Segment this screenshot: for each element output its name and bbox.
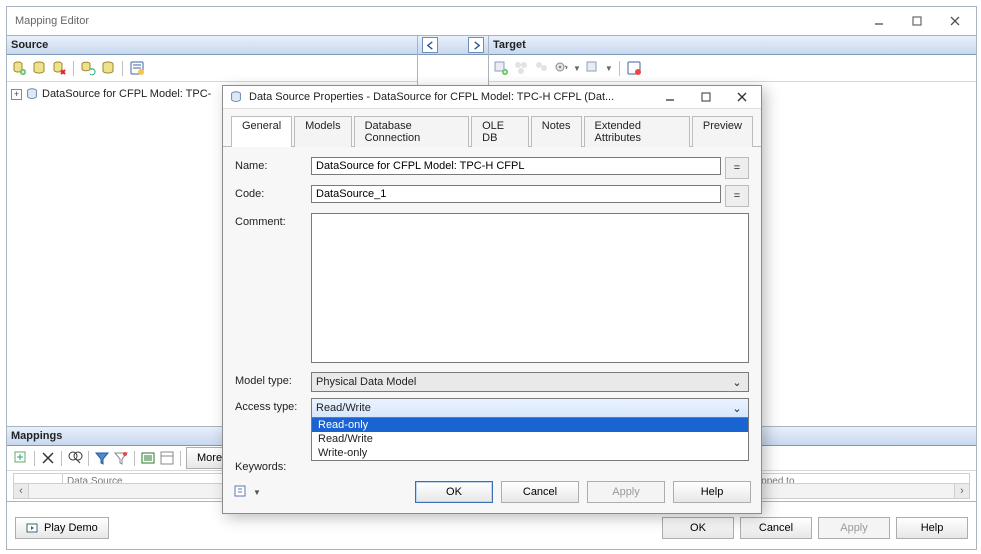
toolbar-separator bbox=[73, 61, 74, 76]
target-gear-icon[interactable] bbox=[553, 60, 569, 76]
access-type-select[interactable]: Read/Write ⌄ bbox=[311, 398, 749, 418]
code-sync-button[interactable]: = bbox=[725, 185, 749, 207]
access-type-label: Access type: bbox=[235, 398, 311, 413]
tab-preview[interactable]: Preview bbox=[692, 116, 753, 147]
dialog-tool-icon[interactable] bbox=[233, 484, 249, 500]
chevron-down-icon: ⌄ bbox=[730, 376, 744, 389]
sort-icon[interactable] bbox=[113, 450, 129, 466]
source-tree-item-label: DataSource for CFPL Model: TPC- bbox=[42, 88, 211, 100]
dialog-close-button[interactable] bbox=[727, 88, 757, 106]
refresh-datasource-icon[interactable] bbox=[80, 60, 96, 76]
footer-cancel-button[interactable]: Cancel bbox=[740, 517, 812, 539]
tab-notes[interactable]: Notes bbox=[531, 116, 582, 147]
tab-ole-db[interactable]: OLE DB bbox=[471, 116, 529, 147]
model-type-label: Model type: bbox=[235, 372, 311, 387]
keywords-label: Keywords: bbox=[235, 458, 311, 473]
target-toolbar: ▼ ▼ bbox=[489, 55, 976, 82]
dialog-minimize-button[interactable] bbox=[655, 88, 685, 106]
target-group-icon[interactable] bbox=[513, 60, 529, 76]
scroll-right-icon[interactable]: › bbox=[954, 484, 969, 498]
add-datasource-icon[interactable] bbox=[11, 60, 27, 76]
source-panel-header: Source bbox=[7, 36, 417, 55]
expand-icon[interactable]: + bbox=[11, 89, 22, 100]
toolbar-separator bbox=[88, 451, 89, 466]
datasource-node-icon bbox=[25, 87, 39, 101]
dialog-title-bar: Data Source Properties - DataSource for … bbox=[223, 86, 761, 109]
delete-datasource-icon[interactable] bbox=[51, 60, 67, 76]
tab-database-connection[interactable]: Database Connection bbox=[354, 116, 470, 147]
access-option-read-only[interactable]: Read-only bbox=[312, 418, 748, 432]
chevron-down-icon: ⌄ bbox=[730, 402, 744, 415]
toolbar-separator bbox=[134, 451, 135, 466]
transfer-header bbox=[418, 36, 488, 55]
comment-input[interactable] bbox=[311, 213, 749, 363]
access-option-write-only[interactable]: Write-only bbox=[312, 446, 748, 460]
sheet-icon[interactable] bbox=[159, 450, 175, 466]
name-label: Name: bbox=[235, 157, 311, 172]
footer-help-button[interactable]: Help bbox=[896, 517, 968, 539]
footer-apply-button[interactable]: Apply bbox=[818, 517, 890, 539]
code-label: Code: bbox=[235, 185, 311, 200]
add-target-icon[interactable] bbox=[493, 60, 509, 76]
filter-icon[interactable] bbox=[94, 450, 110, 466]
window-title-bar: Mapping Editor bbox=[7, 7, 976, 36]
toolbar-separator bbox=[61, 451, 62, 466]
transfer-left-button[interactable] bbox=[422, 37, 438, 53]
find-icon[interactable] bbox=[67, 450, 83, 466]
dialog-title: Data Source Properties - DataSource for … bbox=[249, 91, 649, 103]
target-users-icon[interactable] bbox=[533, 60, 549, 76]
new-mapping-icon[interactable] bbox=[13, 450, 29, 466]
scroll-left-icon[interactable]: ‹ bbox=[14, 484, 29, 498]
dialog-apply-button[interactable]: Apply bbox=[587, 481, 665, 503]
data-source-properties-dialog: Data Source Properties - DataSource for … bbox=[222, 85, 762, 514]
toolbar-separator bbox=[619, 61, 620, 76]
transfer-right-button[interactable] bbox=[468, 37, 484, 53]
code-input[interactable] bbox=[311, 185, 721, 203]
toolbar-separator bbox=[180, 451, 181, 466]
comment-label: Comment: bbox=[235, 213, 311, 228]
dialog-icon bbox=[229, 90, 243, 104]
toolbar-separator bbox=[122, 61, 123, 76]
access-option-read-write[interactable]: Read/Write bbox=[312, 432, 748, 446]
window-title: Mapping Editor bbox=[15, 15, 860, 27]
toolbar-separator bbox=[34, 451, 35, 466]
dialog-maximize-button[interactable] bbox=[691, 88, 721, 106]
play-demo-label: Play Demo bbox=[44, 522, 98, 534]
datasource-icon[interactable] bbox=[31, 60, 47, 76]
name-sync-button[interactable]: = bbox=[725, 157, 749, 179]
model-type-select[interactable]: Physical Data Model ⌄ bbox=[311, 372, 749, 392]
tab-general[interactable]: General bbox=[231, 116, 292, 147]
dialog-cancel-button[interactable]: Cancel bbox=[501, 481, 579, 503]
access-type-dropdown: Read-only Read/Write Write-only bbox=[311, 417, 749, 461]
dialog-body: Name: = Code: = Comment: Model type: Phy… bbox=[223, 147, 761, 475]
tab-extended-attributes[interactable]: Extended Attributes bbox=[584, 116, 690, 147]
name-input[interactable] bbox=[311, 157, 721, 175]
play-demo-button[interactable]: Play Demo bbox=[15, 517, 109, 539]
properties-icon[interactable] bbox=[129, 60, 145, 76]
dialog-help-button[interactable]: Help bbox=[673, 481, 751, 503]
access-type-value: Read/Write bbox=[316, 402, 730, 414]
datasource-link-icon[interactable] bbox=[100, 60, 116, 76]
dialog-tabs: General Models Database Connection OLE D… bbox=[223, 109, 761, 147]
dropdown-arrow-icon[interactable]: ▼ bbox=[253, 488, 261, 497]
play-icon bbox=[26, 522, 38, 534]
close-button[interactable] bbox=[936, 9, 974, 33]
target-link-icon[interactable] bbox=[585, 60, 601, 76]
dialog-footer: ▼ OK Cancel Apply Help bbox=[223, 475, 761, 513]
model-type-value: Physical Data Model bbox=[316, 376, 730, 388]
source-toolbar bbox=[7, 55, 417, 82]
minimize-button[interactable] bbox=[860, 9, 898, 33]
footer-ok-button[interactable]: OK bbox=[662, 517, 734, 539]
delete-mapping-icon[interactable] bbox=[40, 450, 56, 466]
target-panel-header: Target bbox=[489, 36, 976, 55]
maximize-button[interactable] bbox=[898, 9, 936, 33]
export-icon[interactable] bbox=[140, 450, 156, 466]
tab-models[interactable]: Models bbox=[294, 116, 351, 147]
target-props-icon[interactable] bbox=[626, 60, 642, 76]
dialog-ok-button[interactable]: OK bbox=[415, 481, 493, 503]
